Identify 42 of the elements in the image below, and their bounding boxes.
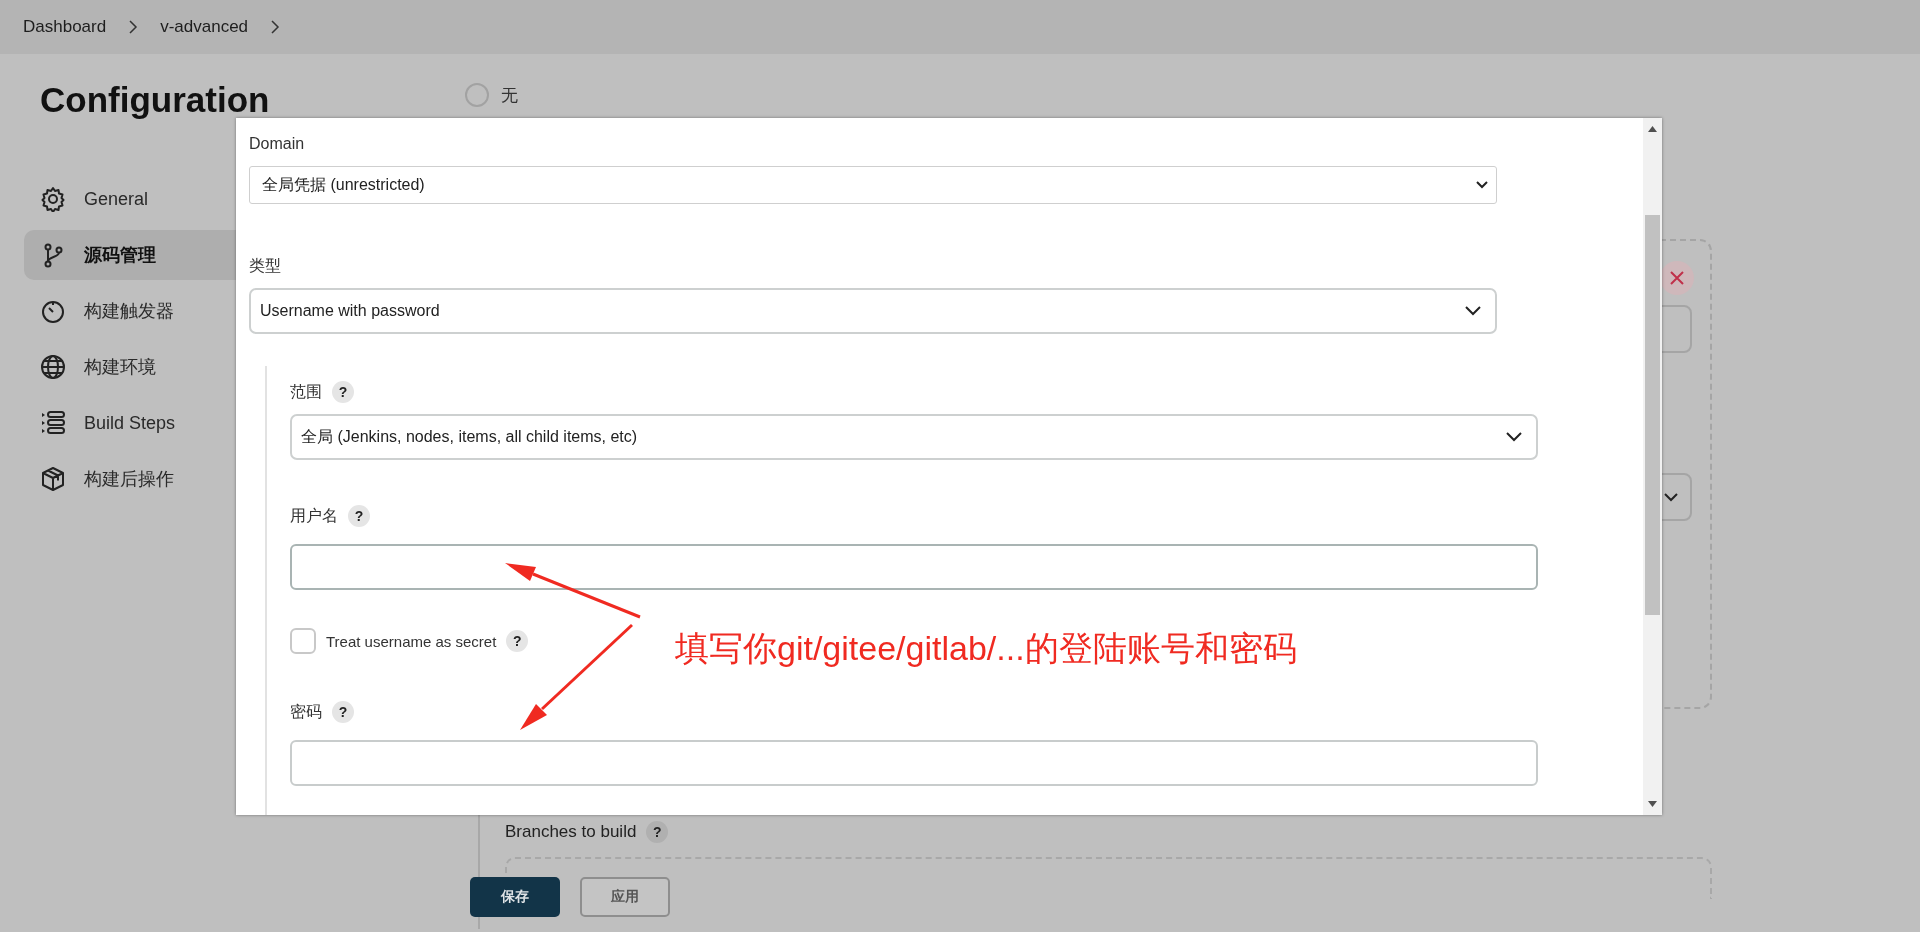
close-button[interactable] <box>1660 261 1694 295</box>
close-icon <box>1670 271 1684 285</box>
annotation-text: 填写你git/gitee/gitlab/...的登陆账号和密码 <box>675 628 1297 669</box>
section-label: Branches to build <box>505 822 637 842</box>
scroll-up-icon[interactable] <box>1648 126 1657 132</box>
field-label: Domain <box>249 135 305 153</box>
field-label: 类型 <box>249 255 281 276</box>
breadcrumb-link[interactable]: v-advanced <box>160 17 249 37</box>
password-field[interactable] <box>290 740 1538 786</box>
username-field[interactable] <box>290 544 1538 590</box>
type-select[interactable]: Username with password <box>249 288 1497 334</box>
help-button[interactable]: ? <box>332 701 354 723</box>
chevron-icon <box>128 20 139 34</box>
package-icon <box>40 466 66 492</box>
field-label: 用户名 <box>290 505 338 526</box>
breadcrumb-link[interactable]: Dashboard <box>23 17 107 37</box>
list-icon <box>40 410 66 436</box>
chevron-icon <box>1506 432 1522 442</box>
chevron-icon <box>1664 492 1678 502</box>
scrollbar-thumb[interactable] <box>1645 215 1660 615</box>
apply-button[interactable]: 应用 <box>580 877 670 917</box>
chevron-icon <box>1476 181 1488 189</box>
page-title: Configuration <box>40 82 270 118</box>
help-button[interactable]: ? <box>332 381 354 403</box>
checkbox[interactable] <box>290 628 316 654</box>
scope-select[interactable]: 全局 (Jenkins, nodes, items, all child items, etc) <box>290 414 1538 460</box>
help-button[interactable]: ? <box>646 821 669 843</box>
chevron-icon <box>270 20 281 34</box>
timer-icon <box>40 298 66 324</box>
field-label: 密码 <box>290 701 322 722</box>
checkbox-label: Treat username as secret <box>326 632 497 650</box>
chevron-icon <box>1465 306 1481 316</box>
scroll-down-icon[interactable] <box>1648 801 1657 807</box>
gear-icon <box>40 186 66 212</box>
scrollbar[interactable] <box>1643 118 1662 815</box>
help-button[interactable]: ? <box>348 505 370 527</box>
radio-button[interactable] <box>465 83 489 107</box>
globe-icon <box>40 354 66 380</box>
save-button[interactable]: 保存 <box>470 877 560 917</box>
radio-label: 无 <box>501 84 518 107</box>
help-button[interactable]: ? <box>506 630 529 652</box>
domain-select[interactable]: 全局凭据 (unrestricted) <box>249 166 1497 204</box>
